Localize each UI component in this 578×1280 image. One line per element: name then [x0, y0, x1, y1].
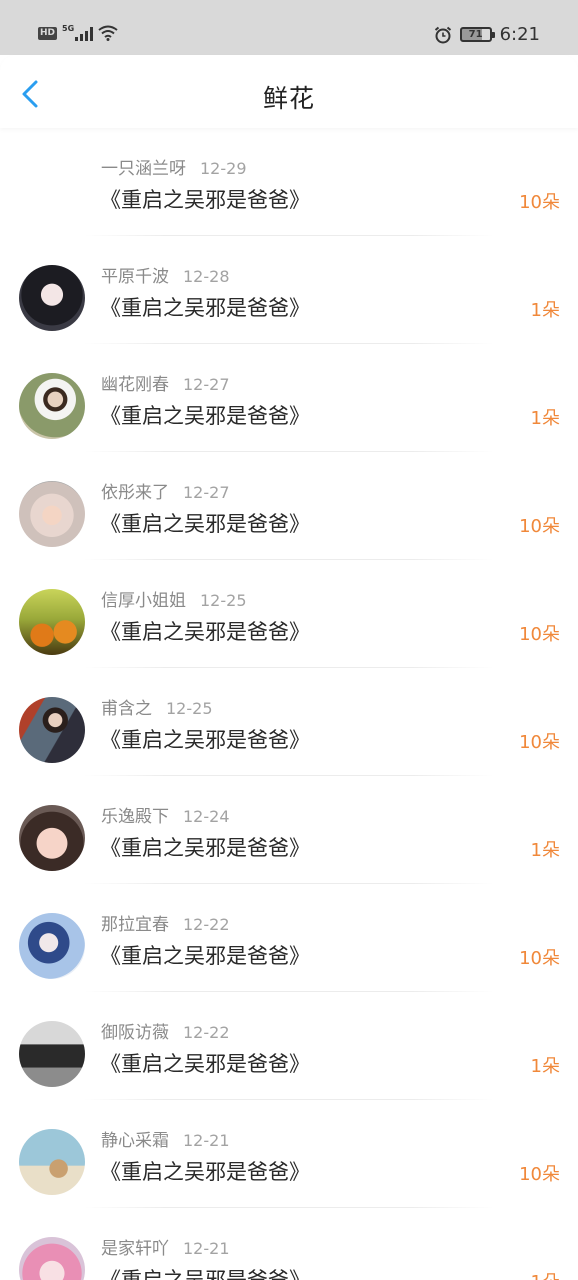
- item-meta: 那拉宜春 12-22: [101, 910, 230, 935]
- list-item[interactable]: 一只涵兰呀 12-29 《重启之吴邪是爸爸》 10朵: [0, 128, 578, 236]
- item-date: 12-25: [166, 699, 213, 718]
- avatar: [19, 157, 85, 223]
- book-title: 《重启之吴邪是爸爸》: [100, 296, 310, 320]
- list-item[interactable]: 是家轩吖 12-21 《重启之吴邪是爸爸》 1朵: [0, 1208, 578, 1280]
- alarm-clock-icon: [434, 26, 451, 43]
- user-name: 平原千波: [101, 267, 169, 287]
- item-meta: 依彤来了 12-27: [101, 478, 230, 503]
- book-title: 《重启之吴邪是爸爸》: [100, 188, 310, 212]
- hd-badge: HD: [38, 26, 58, 40]
- item-date: 12-24: [183, 807, 230, 826]
- avatar[interactable]: [19, 1129, 85, 1195]
- book-title: 《重启之吴邪是爸爸》: [100, 944, 310, 968]
- item-meta: 静心采霜 12-21: [101, 1126, 230, 1151]
- item-meta: 乐逸殿下 12-24: [101, 802, 230, 827]
- book-title: 《重启之吴邪是爸爸》: [100, 1268, 310, 1280]
- avatar[interactable]: [19, 913, 85, 979]
- list-item[interactable]: 那拉宜春 12-22 《重启之吴邪是爸爸》 10朵: [0, 884, 578, 992]
- status-right: 71 6:21: [434, 24, 540, 45]
- user-name: 幽花刚春: [101, 375, 169, 395]
- user-name: 是家轩吖: [101, 1239, 169, 1259]
- avatar[interactable]: [19, 1021, 85, 1087]
- avatar[interactable]: [19, 265, 85, 331]
- network-label: 5G: [62, 23, 75, 33]
- flower-list: 一只涵兰呀 12-29 《重启之吴邪是爸爸》 10朵 平原千波 12-28 《重启之…: [0, 128, 578, 1280]
- user-name: 乐逸殿下: [101, 807, 169, 827]
- item-date: 12-21: [183, 1131, 230, 1150]
- avatar[interactable]: [19, 697, 85, 763]
- item-date: 12-27: [183, 483, 230, 502]
- item-meta: 御阪访薇 12-22: [101, 1018, 230, 1043]
- signal-icon: [75, 26, 94, 41]
- book-title: 《重启之吴邪是爸爸》: [100, 404, 310, 428]
- book-title: 《重启之吴邪是爸爸》: [100, 836, 310, 860]
- item-date: 12-21: [183, 1239, 230, 1258]
- flower-count: 10朵: [519, 1164, 560, 1185]
- item-meta: 是家轩吖 12-21: [101, 1234, 230, 1259]
- item-meta: 信厚小姐姐 12-25: [101, 586, 247, 611]
- flower-count: 1朵: [530, 300, 560, 321]
- status-bar: HD 5G 71 6:21: [0, 0, 578, 55]
- flower-count: 10朵: [519, 192, 560, 213]
- list-item[interactable]: 甫含之 12-25 《重启之吴邪是爸爸》 10朵: [0, 668, 578, 776]
- flower-count: 1朵: [531, 1268, 560, 1280]
- avatar[interactable]: [19, 805, 85, 871]
- flower-count: 10朵: [519, 948, 560, 969]
- item-meta: 幽花刚春 12-27: [101, 370, 230, 395]
- item-date: 12-27: [183, 375, 230, 394]
- user-name: 信厚小姐姐: [101, 591, 186, 611]
- list-item[interactable]: 乐逸殿下 12-24 《重启之吴邪是爸爸》 1朵: [0, 776, 578, 884]
- avatar[interactable]: [19, 373, 85, 439]
- avatar[interactable]: [19, 481, 85, 547]
- flower-count: 1朵: [530, 408, 560, 429]
- flower-count: 10朵: [519, 516, 560, 537]
- item-date: 12-22: [183, 915, 230, 934]
- item-meta: 平原千波 12-28: [101, 262, 230, 287]
- list-item[interactable]: 平原千波 12-28 《重启之吴邪是爸爸》 1朵: [0, 236, 578, 344]
- list-item[interactable]: 依彤来了 12-27 《重启之吴邪是爸爸》 10朵: [0, 452, 578, 560]
- book-title: 《重启之吴邪是爸爸》: [100, 1052, 310, 1076]
- user-name: 一只涵兰呀: [101, 159, 186, 179]
- item-meta: 一只涵兰呀 12-29: [101, 154, 247, 179]
- book-title: 《重启之吴邪是爸爸》: [100, 512, 310, 536]
- status-left: HD 5G: [38, 23, 118, 41]
- item-date: 12-28: [183, 267, 230, 286]
- item-date: 12-29: [200, 159, 247, 178]
- list-item[interactable]: 御阪访薇 12-22 《重启之吴邪是爸爸》 1朵: [0, 992, 578, 1100]
- page-title: 鲜花: [262, 84, 315, 113]
- user-name: 静心采霜: [101, 1131, 169, 1151]
- book-title: 《重启之吴邪是爸爸》: [100, 728, 310, 752]
- wifi-icon: [98, 25, 118, 41]
- flower-count: 1朵: [530, 1056, 560, 1077]
- user-name: 御阪访薇: [101, 1023, 169, 1043]
- battery-icon: 71: [459, 27, 495, 42]
- flower-count: 10朵: [519, 732, 560, 753]
- user-name: 甫含之: [101, 699, 152, 719]
- flower-count: 10朵: [519, 624, 560, 645]
- user-name: 那拉宜春: [101, 915, 169, 935]
- book-title: 《重启之吴邪是爸爸》: [100, 620, 310, 644]
- item-date: 12-22: [183, 1023, 230, 1042]
- flower-count: 1朵: [530, 840, 560, 861]
- item-date: 12-25: [200, 591, 247, 610]
- avatar[interactable]: [19, 589, 85, 655]
- clock-time: 6:21: [499, 24, 540, 45]
- list-item[interactable]: 幽花刚春 12-27 《重启之吴邪是爸爸》 1朵: [0, 344, 578, 452]
- list-item[interactable]: 信厚小姐姐 12-25 《重启之吴邪是爸爸》 10朵: [0, 560, 578, 668]
- nav-bar: 鲜花: [0, 55, 578, 128]
- avatar[interactable]: [19, 1237, 85, 1280]
- list-item[interactable]: 静心采霜 12-21 《重启之吴邪是爸爸》 10朵: [0, 1100, 578, 1208]
- item-meta: 甫含之 12-25: [101, 694, 213, 719]
- book-title: 《重启之吴邪是爸爸》: [100, 1160, 310, 1184]
- user-name: 依彤来了: [101, 483, 169, 503]
